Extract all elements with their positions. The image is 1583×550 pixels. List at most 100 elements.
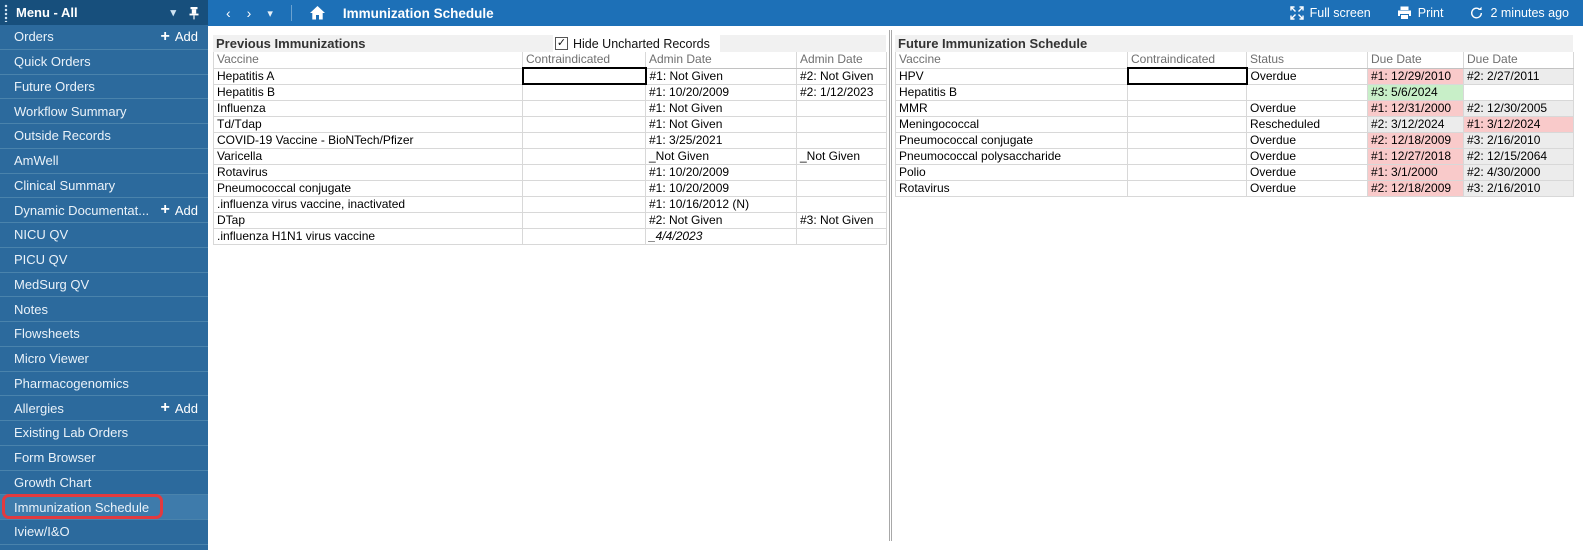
admin-date-cell[interactable]: #1: 10/20/2009 — [645, 83, 797, 101]
back-button[interactable]: ‹ — [218, 5, 239, 21]
due-date-cell[interactable]: #2: 12/18/2009 — [1367, 131, 1464, 149]
sidebar-item-form-browser[interactable]: Form Browser — [0, 446, 208, 471]
contraindicated-cell[interactable] — [1126, 67, 1248, 85]
vaccine-cell[interactable]: Hepatitis A — [213, 67, 523, 85]
sidebar-item-picu-qv[interactable]: PICU QV — [0, 248, 208, 273]
admin-date-cell[interactable]: #2: Not Given — [645, 211, 797, 229]
due-date-cell[interactable]: #3: 5/6/2024 — [1367, 83, 1464, 101]
admin-date-cell[interactable]: #1: 10/20/2009 — [645, 163, 797, 181]
vaccine-cell[interactable]: Pneumococcal polysaccharide — [895, 147, 1128, 165]
vaccine-cell[interactable]: DTap — [213, 211, 523, 229]
contraindicated-cell[interactable] — [1127, 83, 1247, 101]
admin-date-cell[interactable]: #3: Not Given — [796, 211, 887, 229]
contraindicated-cell[interactable] — [522, 115, 646, 133]
status-cell[interactable]: Overdue — [1246, 147, 1368, 165]
contraindicated-cell[interactable] — [1127, 131, 1247, 149]
home-icon[interactable] — [302, 6, 333, 20]
admin-date-cell[interactable] — [796, 131, 887, 149]
add-button[interactable]: + Add — [161, 400, 198, 416]
vaccine-cell[interactable]: Td/Tdap — [213, 115, 523, 133]
vaccine-cell[interactable]: MMR — [895, 99, 1128, 117]
due-date-cell[interactable]: #1: 12/27/2018 — [1367, 147, 1464, 165]
due-date-cell[interactable]: #2: 12/30/2005 — [1463, 99, 1574, 117]
due-date-cell[interactable]: #1: 3/1/2000 — [1367, 163, 1464, 181]
sidebar-item-outside-records[interactable]: Outside Records — [0, 124, 208, 149]
admin-date-cell[interactable]: #1: 10/20/2009 — [645, 179, 797, 197]
due-date-cell[interactable]: #2: 12/15/2064 — [1463, 147, 1574, 165]
vaccine-cell[interactable]: COVID-19 Vaccine - BioNTech/Pfizer — [213, 131, 523, 149]
status-cell[interactable]: Overdue — [1246, 163, 1368, 181]
contraindicated-cell[interactable] — [1127, 147, 1247, 165]
vaccine-cell[interactable]: .influenza H1N1 virus vaccine — [213, 227, 523, 245]
refresh-button[interactable]: 2 minutes ago — [1469, 6, 1569, 20]
sidebar-item-notes[interactable]: Notes — [0, 297, 208, 322]
checkbox-check-icon[interactable]: ✓ — [555, 37, 568, 50]
status-cell[interactable]: Rescheduled — [1246, 115, 1368, 133]
contraindicated-cell[interactable] — [522, 83, 646, 101]
admin-date-cell[interactable]: _Not Given — [796, 147, 887, 165]
admin-date-cell[interactable]: _Not Given — [645, 147, 797, 165]
add-button[interactable]: + Add — [161, 28, 198, 45]
add-button[interactable]: + Add — [161, 202, 198, 218]
contraindicated-cell[interactable] — [522, 99, 646, 117]
sidebar-item-allergies[interactable]: Allergies + Add — [0, 396, 208, 421]
admin-date-cell[interactable]: #1: Not Given — [645, 99, 797, 117]
admin-date-cell[interactable] — [796, 227, 887, 245]
panel-splitter[interactable] — [889, 30, 892, 541]
vaccine-cell[interactable]: .influenza virus vaccine, inactivated — [213, 195, 523, 213]
vaccine-cell[interactable]: Pneumococcal conjugate — [213, 179, 523, 197]
contraindicated-cell[interactable] — [1127, 179, 1247, 197]
admin-date-cell[interactable]: #1: 3/25/2021 — [645, 131, 797, 149]
sidebar-item-pharmacogenomics[interactable]: Pharmacogenomics — [0, 372, 208, 397]
due-date-cell[interactable]: #2: 12/18/2009 — [1367, 179, 1464, 197]
admin-date-cell[interactable]: #1: 10/16/2012 (N) — [645, 195, 797, 213]
sidebar-item-growth-chart[interactable]: Growth Chart — [0, 471, 208, 496]
due-date-cell[interactable]: #3: 2/16/2010 — [1463, 179, 1574, 197]
sidebar-item-amwell[interactable]: AmWell — [0, 149, 208, 174]
vaccine-cell[interactable]: Polio — [895, 163, 1128, 181]
vaccine-cell[interactable]: Pneumococcal conjugate — [895, 131, 1128, 149]
vaccine-cell[interactable]: Meningococcal — [895, 115, 1128, 133]
sidebar-item-iview-i-o[interactable]: Iview/I&O — [0, 520, 208, 545]
admin-date-cell[interactable]: #2: 1/12/2023 — [796, 83, 887, 101]
status-cell[interactable]: Overdue — [1246, 131, 1368, 149]
sidebar-item-workflow-summary[interactable]: Workflow Summary — [0, 99, 208, 124]
nav-dropdown-icon[interactable]: ▾ — [259, 7, 281, 20]
full-screen-button[interactable]: Full screen — [1289, 6, 1371, 20]
sidebar-item-medsurg-qv[interactable]: MedSurg QV — [0, 273, 208, 298]
admin-date-cell[interactable] — [796, 163, 887, 181]
sidebar-item-clinical-summary[interactable]: Clinical Summary — [0, 174, 208, 199]
admin-date-cell[interactable] — [796, 99, 887, 117]
contraindicated-cell[interactable] — [1127, 115, 1247, 133]
status-cell[interactable] — [1246, 83, 1368, 101]
due-date-cell[interactable]: #3: 2/16/2010 — [1463, 131, 1574, 149]
admin-date-cell[interactable] — [796, 195, 887, 213]
sidebar-item-quick-orders[interactable]: Quick Orders — [0, 50, 208, 75]
sidebar-item-nicu-qv[interactable]: NICU QV — [0, 223, 208, 248]
contraindicated-cell[interactable] — [522, 131, 646, 149]
contraindicated-cell[interactable] — [522, 195, 646, 213]
status-cell[interactable]: Overdue — [1246, 179, 1368, 197]
contraindicated-cell[interactable] — [522, 211, 646, 229]
admin-date-cell[interactable]: #1: Not Given — [645, 67, 797, 85]
vaccine-cell[interactable]: Rotavirus — [213, 163, 523, 181]
vaccine-cell[interactable]: Varicella — [213, 147, 523, 165]
forward-button[interactable]: › — [239, 5, 260, 21]
chevron-down-icon[interactable]: ▾ — [170, 6, 176, 19]
sidebar-item-immunization-schedule[interactable]: Immunization Schedule — [0, 494, 208, 520]
sidebar-item-orders[interactable]: Orders + Add — [0, 25, 208, 50]
sidebar-item-micro-viewer[interactable]: Micro Viewer — [0, 347, 208, 372]
due-date-cell[interactable]: #2: 4/30/2000 — [1463, 163, 1574, 181]
due-date-cell[interactable]: #2: 3/12/2024 — [1367, 115, 1464, 133]
due-date-cell[interactable]: #1: 12/29/2010 — [1367, 67, 1464, 85]
contraindicated-cell[interactable] — [1127, 163, 1247, 181]
contraindicated-cell[interactable] — [521, 67, 647, 85]
admin-date-cell[interactable]: #2: Not Given — [796, 67, 887, 85]
vaccine-cell[interactable]: HPV — [895, 67, 1128, 85]
pin-icon[interactable] — [188, 6, 200, 20]
status-cell[interactable]: Overdue — [1246, 99, 1368, 117]
sidebar-item-future-orders[interactable]: Future Orders — [0, 75, 208, 100]
sidebar-item-flowsheets[interactable]: Flowsheets — [0, 322, 208, 347]
due-date-cell[interactable]: #2: 2/27/2011 — [1463, 67, 1574, 85]
sidebar-item-dynamic-documentat[interactable]: Dynamic Documentat... + Add — [0, 198, 208, 223]
